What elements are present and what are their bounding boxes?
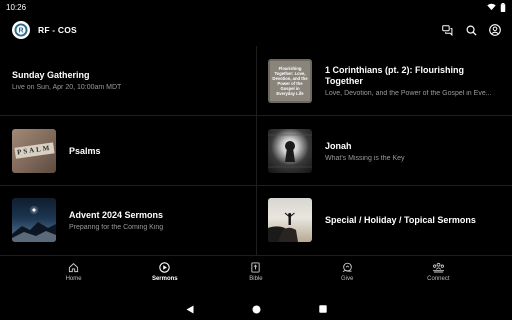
- nav-give[interactable]: Give: [312, 262, 382, 298]
- system-navigation-bar: [0, 298, 512, 320]
- church-logo-icon[interactable]: R: [12, 21, 30, 39]
- series-jonah[interactable]: Jonah What's Missing is the Key: [268, 129, 504, 173]
- series-subtitle: Preparing for the Coming King: [69, 223, 164, 231]
- series-psalms[interactable]: PSALM Psalms: [12, 129, 252, 173]
- jonah-thumbnail: [268, 129, 312, 173]
- sunday-gathering-card[interactable]: Sunday Gathering Live on Sun, Apr 20, 10…: [12, 46, 252, 115]
- series-subtitle: What's Missing is the Key: [325, 154, 405, 162]
- account-icon[interactable]: [488, 23, 502, 37]
- home-icon: [69, 263, 79, 273]
- status-time: 10:26: [6, 2, 27, 12]
- home-button-icon[interactable]: [252, 305, 261, 314]
- recents-icon[interactable]: [318, 305, 327, 313]
- nav-connect[interactable]: Connect: [403, 262, 473, 298]
- corinthians-thumbnail: Flourishing Together: Love, Devotion, an…: [268, 59, 312, 103]
- psalms-thumbnail-text: PSALM: [14, 142, 55, 159]
- nav-sermons[interactable]: Sermons: [130, 262, 200, 298]
- column-divider: [256, 46, 257, 256]
- svg-text:R: R: [18, 28, 23, 35]
- series-title: Jonah: [325, 140, 352, 151]
- series-special-holiday-topical[interactable]: Special / Holiday / Topical Sermons: [268, 198, 504, 242]
- bible-icon: [251, 262, 261, 273]
- nav-sermons-label: Sermons: [151, 276, 178, 282]
- psalms-thumbnail: PSALM: [12, 129, 56, 173]
- back-icon[interactable]: [186, 305, 194, 314]
- wifi-icon: [487, 3, 496, 11]
- series-title: Special / Holiday / Topical Sermons: [325, 214, 476, 225]
- sunday-gathering-subtitle: Live on Sun, Apr 20, 10:00am MDT: [12, 84, 122, 91]
- series-title: 1 Corinthians (pt. 2): Flourishing Toget…: [325, 65, 464, 86]
- row-divider: [0, 255, 512, 256]
- sunday-gathering-title: Sunday Gathering: [12, 70, 90, 80]
- chat-icon[interactable]: [440, 23, 454, 37]
- connect-icon: [432, 262, 444, 273]
- series-title: Psalms: [69, 145, 101, 156]
- nav-home-label: Home: [65, 276, 82, 282]
- app-title: RF - COS: [38, 25, 77, 35]
- search-icon[interactable]: [464, 23, 478, 37]
- series-1-corinthians[interactable]: Flourishing Together: Love, Devotion, an…: [268, 58, 504, 104]
- app-bar: R RF - COS: [0, 14, 512, 46]
- nav-bible-label: Bible: [249, 276, 263, 282]
- series-subtitle: Love, Devotion, and the Power of the Gos…: [325, 90, 492, 97]
- corinthians-thumbnail-text: Flourishing Together: Love, Devotion, an…: [272, 66, 308, 96]
- sermon-grid: Sunday Gathering Live on Sun, Apr 20, 10…: [0, 46, 512, 256]
- battery-icon: [500, 2, 506, 12]
- special-sermons-thumbnail: [268, 198, 312, 242]
- bottom-navigation: Home Sermons Bible Give Connect: [0, 262, 512, 298]
- nav-home[interactable]: Home: [39, 262, 109, 298]
- status-bar: 10:26: [0, 0, 512, 14]
- nav-give-label: Give: [340, 276, 354, 282]
- nav-connect-label: Connect: [427, 276, 450, 282]
- row-divider: [0, 185, 512, 186]
- status-icons: [487, 2, 506, 12]
- advent-thumbnail: [12, 198, 56, 242]
- row-divider: [0, 115, 512, 116]
- nav-bible[interactable]: Bible: [221, 262, 291, 298]
- give-icon: [342, 262, 352, 272]
- series-advent-2024[interactable]: Advent 2024 Sermons Preparing for the Co…: [12, 198, 252, 242]
- series-title: Advent 2024 Sermons: [69, 209, 164, 220]
- play-circle-icon: [159, 262, 171, 273]
